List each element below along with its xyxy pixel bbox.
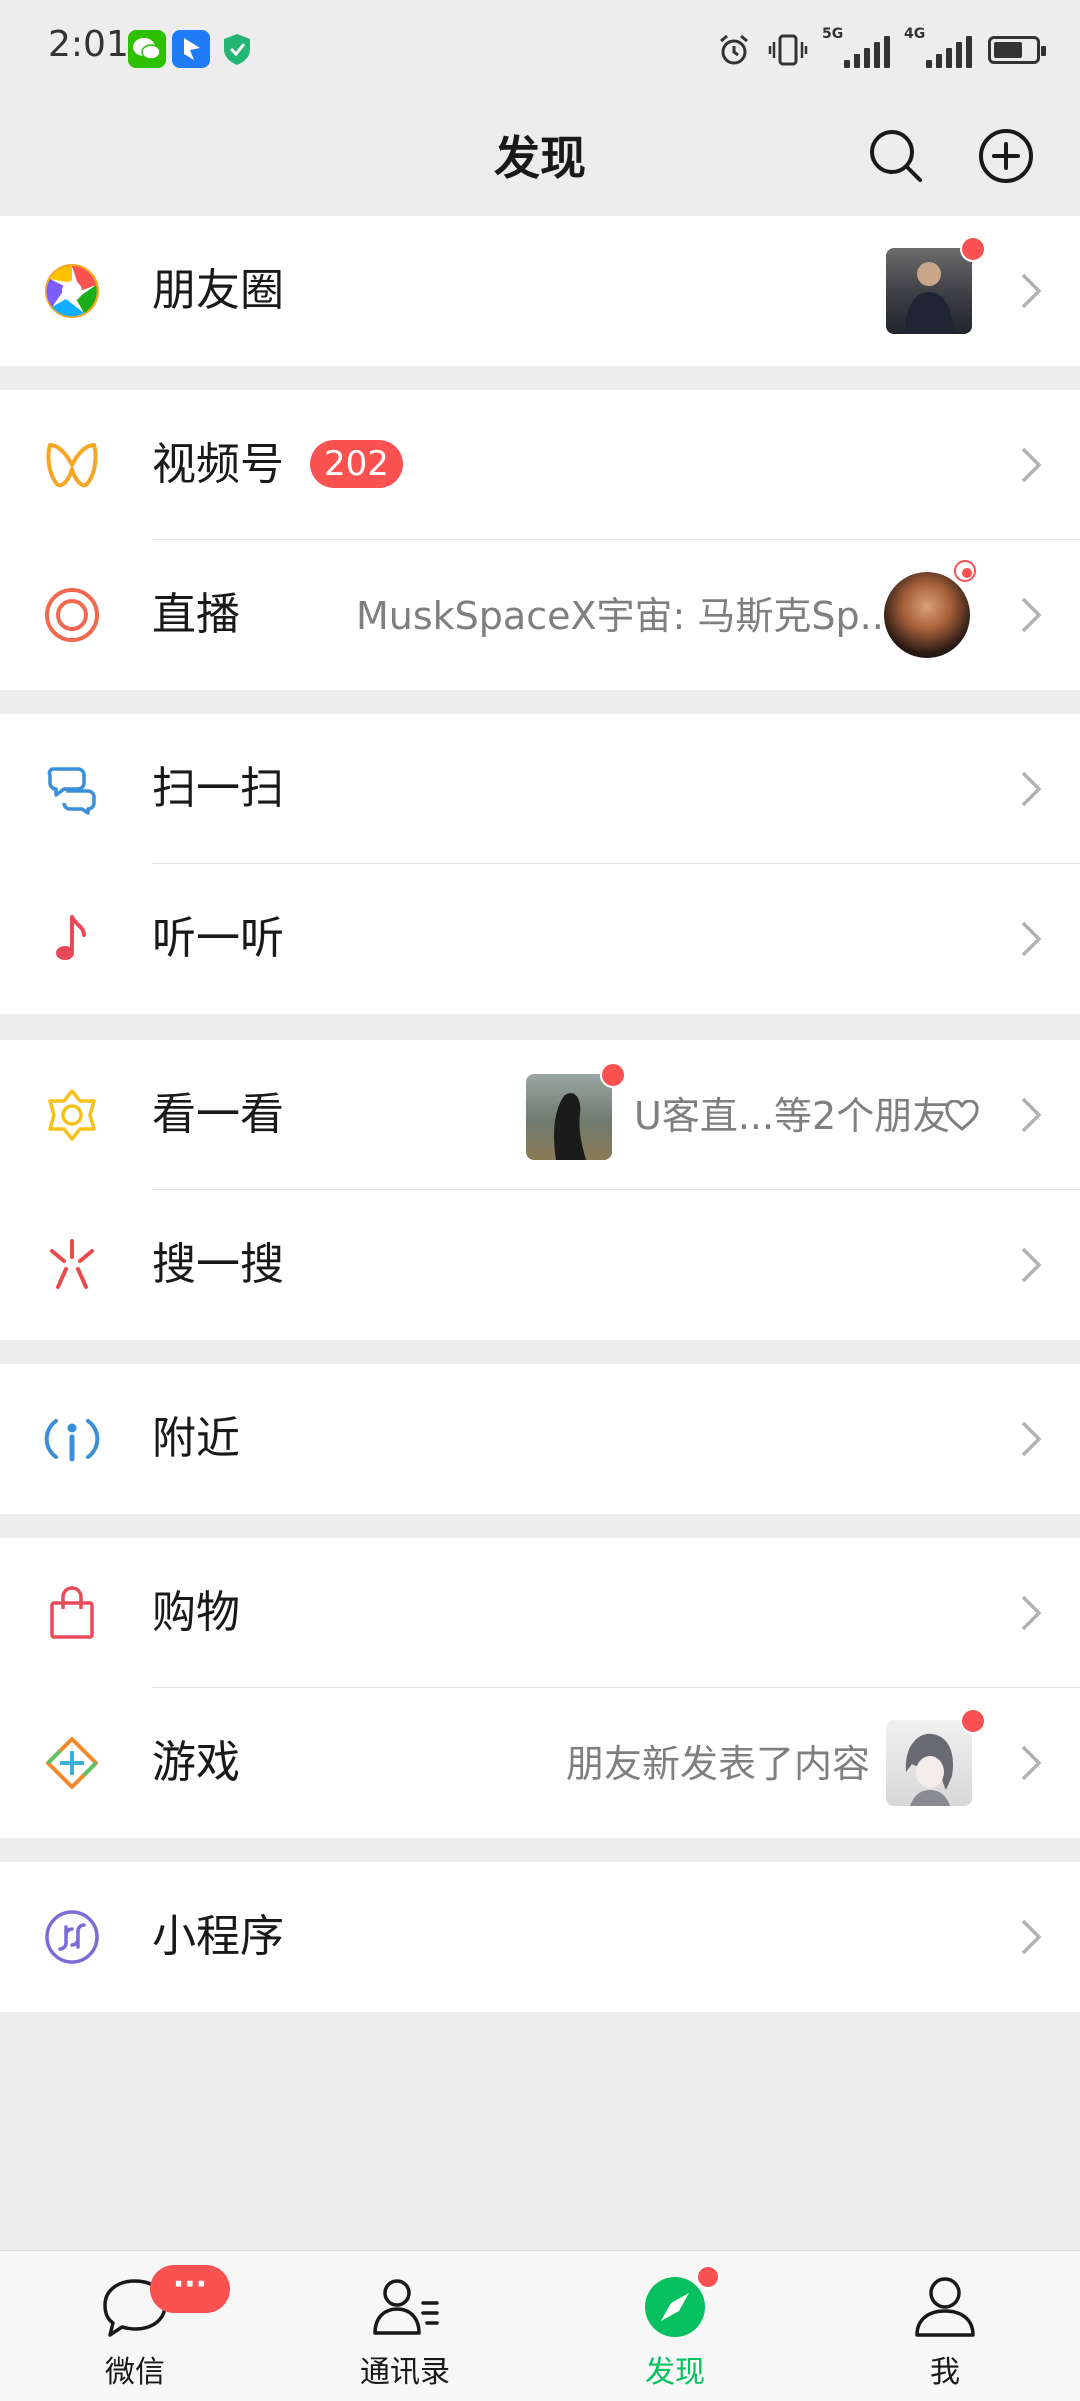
tab-label: 微信 [105, 2355, 165, 2390]
menu-item-live[interactable]: 直播 MuskSpaceX宇宙: 马斯克Sp... [0, 540, 1080, 690]
app-notification-icon [172, 30, 210, 68]
unread-badge: ··· [150, 2265, 230, 2313]
menu-item-scan[interactable]: 扫一扫 [0, 714, 1080, 864]
games-icon [46, 1737, 98, 1789]
shopping-bag-icon [50, 1586, 94, 1639]
status-bar: 2:01 5G 4G [0, 0, 1080, 96]
tab-chats[interactable]: ··· 微信 [0, 2251, 270, 2401]
games-subtitle: 朋友新发表了内容 [566, 1742, 871, 1786]
music-note-icon [56, 915, 86, 960]
chevron-right-icon [1021, 1595, 1042, 1631]
menu-item-label: 小程序 [152, 1911, 284, 1962]
top-stories-subtitle: U客直...等2个朋友 [634, 1094, 951, 1138]
top-stories-thumbnail [526, 1074, 612, 1160]
new-content-dot [600, 1062, 626, 1088]
alarm-icon [720, 34, 748, 65]
tab-label: 通讯录 [360, 2355, 450, 2390]
heart-icon [945, 1100, 979, 1131]
search-icon [870, 130, 922, 182]
menu-item-shopping[interactable]: 购物 [0, 1538, 1080, 1688]
section-scan: 扫一扫 听一听 [0, 714, 1080, 1014]
moments-avatar-thumbnail [886, 248, 972, 334]
chevron-right-icon [1021, 597, 1042, 633]
chevron-right-icon [1021, 921, 1042, 957]
menu-item-listen[interactable]: 听一听 [0, 864, 1080, 1014]
section-nearby: 附近 [0, 1364, 1080, 1514]
channels-icon [46, 443, 98, 488]
mini-program-icon [45, 1910, 99, 1964]
plus-circle-icon [979, 129, 1033, 183]
chevron-right-icon [1021, 1097, 1042, 1133]
menu-item-label: 视频号 [152, 439, 284, 490]
section-moments: 朋友圈 [0, 216, 1080, 366]
tab-discover[interactable]: 发现 [540, 2251, 810, 2401]
contacts-icon [373, 2279, 439, 2335]
new-content-dot [960, 1708, 986, 1734]
menu-item-label: 游戏 [152, 1737, 240, 1788]
menu-item-search[interactable]: 搜一搜 [0, 1190, 1080, 1340]
chevron-right-icon [1021, 273, 1042, 309]
live-host-avatar [884, 572, 970, 658]
wechat-notification-icon [128, 30, 166, 68]
live-subtitle: MuskSpaceX宇宙: 马斯克Sp... [356, 594, 896, 638]
games-avatar-thumbnail [886, 1720, 972, 1806]
tab-contacts[interactable]: 通讯录 [270, 2251, 540, 2401]
menu-item-label: 听一听 [152, 913, 284, 964]
scan-icon [47, 767, 96, 815]
top-stories-icon [48, 1089, 96, 1141]
section-channels: 视频号 202 直播 MuskSpaceX宇宙: 马斯克Sp... [0, 390, 1080, 690]
nearby-icon [44, 1419, 100, 1462]
menu-item-games[interactable]: 游戏 朋友新发表了内容 [0, 1688, 1080, 1838]
status-time: 2:01 [48, 24, 129, 65]
live-icon [45, 588, 99, 642]
chevron-right-icon [1021, 447, 1042, 483]
chevron-right-icon [1021, 1919, 1042, 1955]
menu-item-label: 朋友圈 [152, 265, 284, 316]
tab-label: 我 [930, 2355, 960, 2390]
live-indicator-dot-core [962, 568, 972, 578]
chevron-right-icon [1021, 771, 1042, 807]
section-mini-programs: 小程序 [0, 1862, 1080, 2012]
menu-item-moments[interactable]: 朋友圈 [0, 216, 1080, 366]
status-icons: 5G 4G [716, 26, 1046, 72]
menu-item-label: 扫一扫 [152, 763, 284, 814]
search-feature-icon [50, 1239, 94, 1289]
menu-item-label: 直播 [152, 589, 240, 640]
battery-icon [988, 36, 1046, 64]
menu-item-label: 附近 [152, 1413, 240, 1464]
aperture-icon [45, 264, 99, 318]
new-moments-dot [960, 236, 986, 262]
tab-me[interactable]: 我 [810, 2251, 1080, 2401]
person-icon [915, 2277, 975, 2337]
signal-4g-icon: 4G [904, 26, 972, 68]
chevron-right-icon [1021, 1745, 1042, 1781]
top-bar: 发现 [0, 96, 1080, 216]
section-top-stories: 看一看 U客直...等2个朋友 搜一搜 [0, 1040, 1080, 1340]
signal-5g-icon: 5G [822, 26, 890, 68]
menu-item-label: 搜一搜 [152, 1239, 284, 1290]
tab-label: 发现 [645, 2355, 705, 2390]
menu-item-nearby[interactable]: 附近 [0, 1364, 1080, 1514]
new-discover-dot [696, 2265, 720, 2289]
menu-item-mini-programs[interactable]: 小程序 [0, 1862, 1080, 2012]
add-button[interactable] [970, 120, 1042, 192]
unread-count-badge: 202 [310, 440, 403, 488]
menu-item-label: 看一看 [152, 1089, 284, 1140]
menu-item-label: 购物 [152, 1587, 240, 1638]
shield-icon [218, 30, 256, 68]
chevron-right-icon [1021, 1247, 1042, 1283]
section-shopping: 购物 游戏 朋友新发表了内容 [0, 1538, 1080, 1838]
bottom-tab-bar: ··· 微信 通讯录 发现 我 [0, 2250, 1080, 2401]
chevron-right-icon [1021, 1421, 1042, 1457]
search-button[interactable] [860, 120, 932, 192]
menu-item-channels[interactable]: 视频号 202 [0, 390, 1080, 540]
menu-item-top-stories[interactable]: 看一看 U客直...等2个朋友 [0, 1040, 1080, 1190]
vibrate-icon [768, 34, 808, 66]
